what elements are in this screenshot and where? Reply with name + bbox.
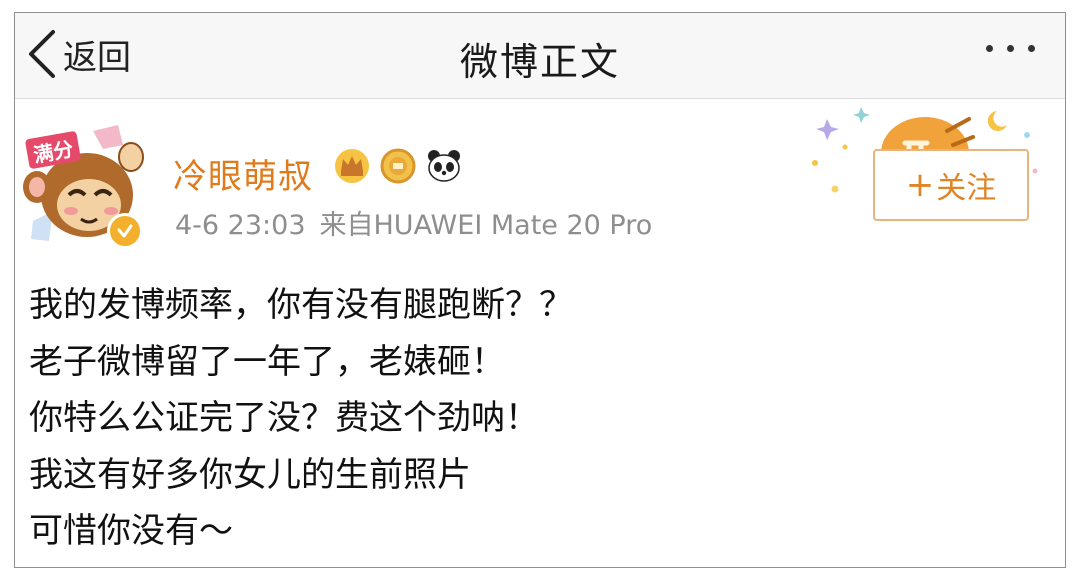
crown-icon bbox=[335, 149, 369, 183]
post-line: 你特么公证完了没？费这个劲呐！ bbox=[29, 398, 539, 438]
weibo-post-screen: 返回 微博正文 满分 冷眼萌叔 4-6 23:03 来自HUAWEI Mate … bbox=[14, 12, 1066, 568]
post-line: 可惜你没有～ bbox=[29, 511, 233, 551]
chevron-left-icon bbox=[29, 30, 55, 78]
post-content: 我的发博频率，你有没有腿跑断？？ 老子微博留了一年了，老婊砸！ 你特么公证完了没… bbox=[29, 277, 1049, 560]
panda-icon bbox=[428, 150, 460, 182]
post-line: 老子微博留了一年了，老婊砸！ bbox=[29, 341, 505, 382]
verified-check-icon bbox=[107, 213, 143, 249]
back-label: 返回 bbox=[63, 37, 131, 78]
post-time: 4-6 23:03 bbox=[175, 210, 306, 241]
post-source: 来自HUAWEI Mate 20 Pro bbox=[319, 210, 653, 241]
page-title: 微博正文 bbox=[459, 40, 620, 84]
follow-label: 关注 bbox=[936, 171, 997, 206]
nav-bar: 返回 微博正文 bbox=[15, 13, 1065, 99]
user-badges bbox=[333, 147, 463, 185]
post-meta: 4-6 23:03 来自HUAWEI Mate 20 Pro bbox=[175, 203, 666, 242]
vip-medal-icon bbox=[380, 148, 416, 184]
more-dots-icon[interactable] bbox=[986, 45, 1035, 52]
post-line: 我这有好多你女儿的生前照片 bbox=[29, 454, 471, 495]
username[interactable]: 冷眼萌叔 bbox=[173, 149, 313, 198]
follow-button[interactable]: + 关注 bbox=[873, 149, 1029, 221]
back-button[interactable]: 返回 bbox=[25, 25, 131, 83]
plus-icon: + bbox=[905, 165, 935, 205]
post-line: 我的发博频率，你有没有腿跑断？？ bbox=[29, 285, 573, 325]
